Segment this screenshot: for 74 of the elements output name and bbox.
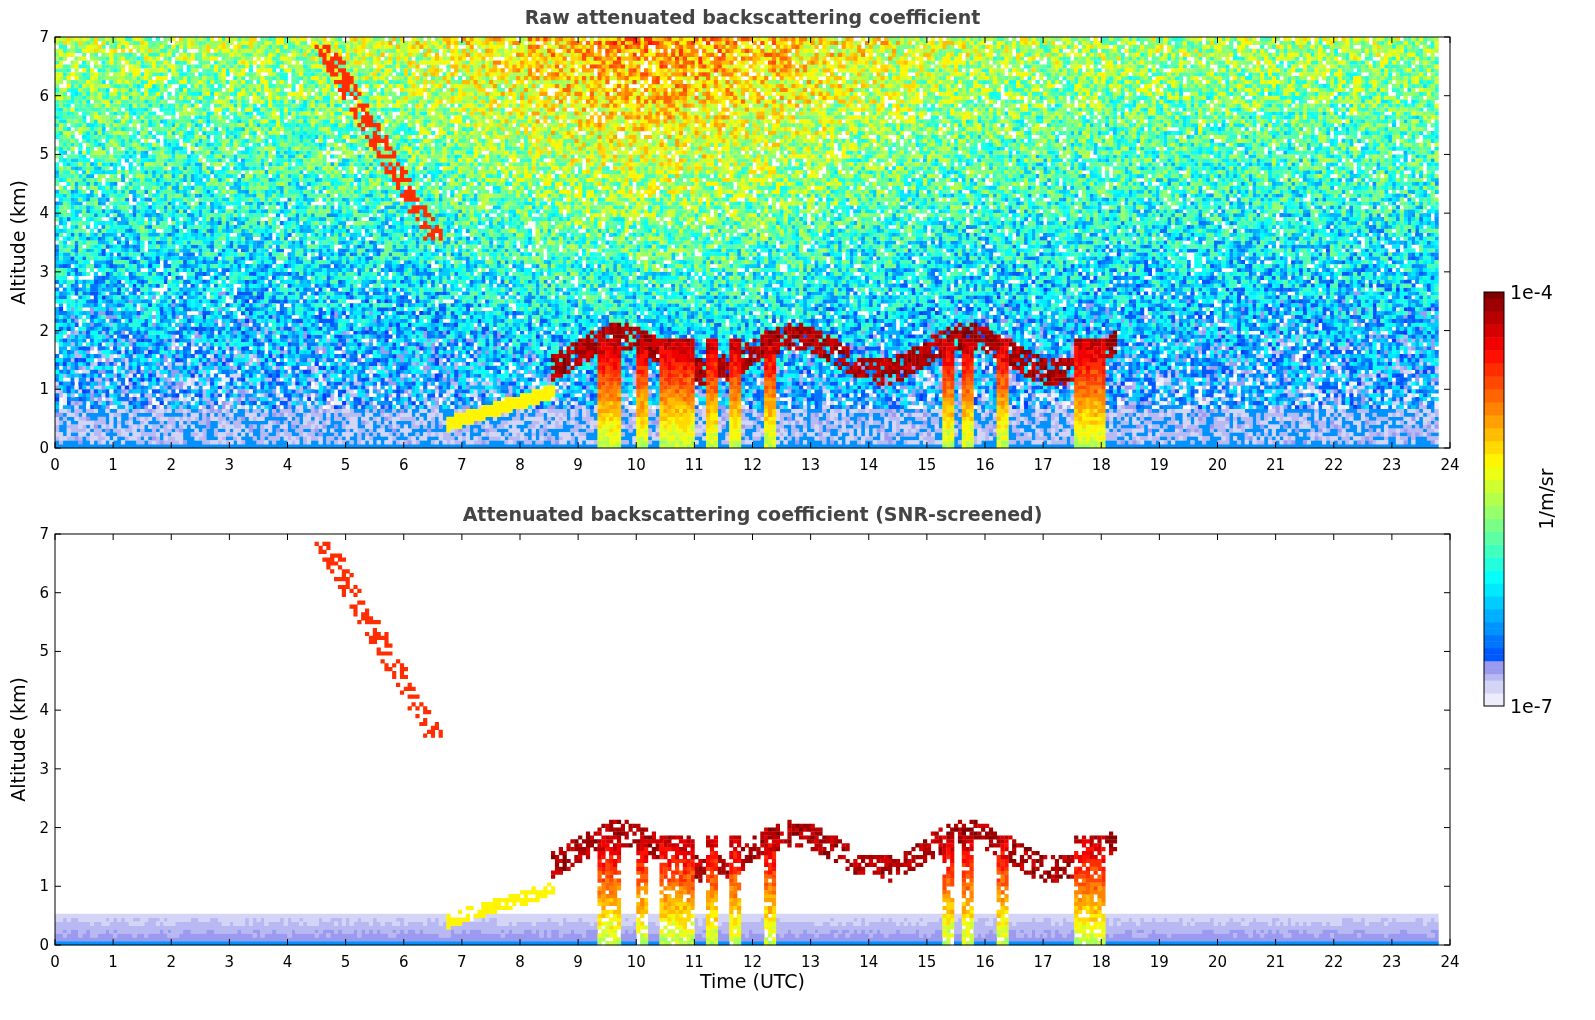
y-tick-label: 3 bbox=[39, 262, 49, 281]
x-tick-label: 2 bbox=[166, 953, 176, 971]
x-tick-label: 9 bbox=[573, 953, 583, 971]
y-tick-label: 4 bbox=[39, 204, 49, 223]
x-tick-label: 6 bbox=[399, 456, 409, 474]
x-tick-label: 14 bbox=[859, 953, 879, 971]
y-tick-label: 2 bbox=[39, 818, 49, 837]
x-tick-label: 21 bbox=[1266, 953, 1286, 971]
x-tick-label: 7 bbox=[457, 456, 467, 474]
x-tick-label: 12 bbox=[742, 953, 763, 971]
x-tick-label: 24 bbox=[1440, 953, 1460, 971]
x-tick-label: 10 bbox=[626, 953, 646, 971]
x-tick-label: 20 bbox=[1207, 456, 1228, 474]
x-tick-label: 10 bbox=[626, 456, 646, 474]
x-tick-label: 3 bbox=[224, 456, 235, 474]
y-tick-label: 6 bbox=[39, 86, 49, 105]
x-tick-label: 22 bbox=[1324, 456, 1344, 474]
x-tick-label: 6 bbox=[399, 953, 409, 971]
x-tick-label: 11 bbox=[684, 953, 704, 971]
y-tick-label: 5 bbox=[39, 145, 49, 164]
x-tick-label: 4 bbox=[282, 456, 293, 474]
colorbar-min-label: 1e-7 bbox=[1510, 695, 1553, 717]
y-tick-label: 5 bbox=[39, 642, 49, 661]
x-tick-label: 15 bbox=[917, 456, 937, 474]
x-tick-label: 16 bbox=[975, 456, 995, 474]
x-tick-label: 0 bbox=[50, 953, 60, 971]
y-tick-label: 7 bbox=[39, 28, 49, 46]
x-tick-label: 22 bbox=[1324, 953, 1344, 971]
colorbar-max-label: 1e-4 bbox=[1510, 281, 1553, 303]
y-tick-label: 0 bbox=[39, 936, 49, 954]
y-tick-label: 4 bbox=[39, 701, 49, 720]
y-tick-label: 2 bbox=[39, 321, 49, 340]
x-tick-label: 13 bbox=[801, 953, 821, 971]
x-tick-label: 21 bbox=[1266, 456, 1286, 474]
chart-title: Raw attenuated backscattering coefficient bbox=[523, 6, 982, 27]
x-tick-label: 18 bbox=[1091, 953, 1111, 971]
chart-title: Attenuated backscattering coefficient (SNR-screened) bbox=[461, 503, 1044, 524]
x-tick-label: 23 bbox=[1382, 456, 1402, 474]
x-tick-label: 1 bbox=[108, 456, 118, 474]
x-tick-label: 0 bbox=[50, 456, 60, 474]
x-tick-label: 17 bbox=[1033, 456, 1053, 474]
y-tick-label: 3 bbox=[39, 759, 49, 778]
x-axis-label: Time (UTC) bbox=[699, 970, 806, 992]
x-tick-label: 18 bbox=[1091, 456, 1111, 474]
x-tick-label: 4 bbox=[282, 953, 293, 971]
x-tick-label: 20 bbox=[1207, 953, 1228, 971]
y-tick-label: 1 bbox=[39, 380, 49, 399]
y-axis-label: Altitude (km) bbox=[7, 677, 29, 802]
colorbar-unit-label: 1/m/sr bbox=[1535, 468, 1557, 530]
y-tick-label: 6 bbox=[39, 583, 49, 602]
x-tick-label: 23 bbox=[1382, 953, 1402, 971]
x-tick-label: 8 bbox=[515, 953, 525, 971]
x-tick-label: 24 bbox=[1440, 456, 1460, 474]
x-tick-label: 17 bbox=[1033, 953, 1053, 971]
x-tick-label: 13 bbox=[801, 456, 821, 474]
x-tick-label: 7 bbox=[457, 953, 467, 971]
x-tick-label: 19 bbox=[1149, 953, 1169, 971]
x-tick-label: 19 bbox=[1149, 456, 1169, 474]
x-tick-label: 8 bbox=[515, 456, 525, 474]
x-tick-label: 3 bbox=[224, 953, 235, 971]
x-tick-label: 1 bbox=[108, 953, 118, 971]
x-tick-label: 11 bbox=[684, 456, 704, 474]
x-tick-label: 16 bbox=[975, 953, 995, 971]
x-tick-label: 2 bbox=[166, 456, 176, 474]
y-tick-label: 0 bbox=[39, 439, 49, 457]
y-axis-label: Altitude (km) bbox=[7, 180, 29, 305]
x-tick-label: 12 bbox=[742, 456, 763, 474]
x-tick-label: 9 bbox=[573, 456, 583, 474]
y-tick-label: 7 bbox=[39, 525, 49, 543]
y-tick-label: 1 bbox=[39, 877, 49, 896]
x-tick-label: 5 bbox=[340, 953, 351, 971]
x-tick-label: 5 bbox=[340, 456, 351, 474]
x-tick-label: 14 bbox=[859, 456, 879, 474]
x-tick-label: 15 bbox=[917, 953, 937, 971]
